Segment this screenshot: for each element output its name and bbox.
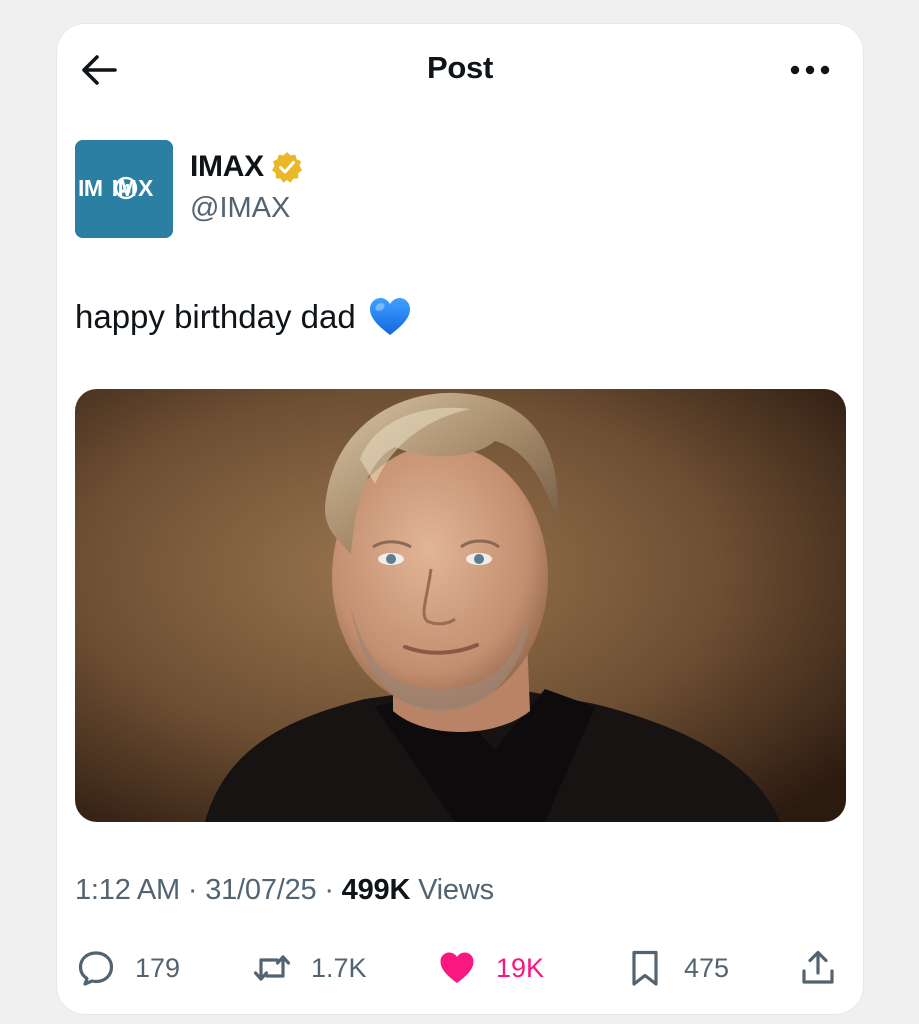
heart-icon (440, 952, 474, 983)
author-name-row[interactable]: IMAX (190, 150, 304, 184)
bookmark-count: 475 (684, 952, 730, 983)
bookmark-icon (632, 950, 658, 986)
post-image[interactable] (75, 389, 846, 822)
repost-button[interactable]: 1.7K (253, 944, 367, 992)
like-button[interactable]: 19K (438, 944, 544, 992)
svg-text:IM: IM (78, 175, 103, 201)
more-options-button[interactable] (787, 56, 833, 84)
blue-heart-emoji-icon (369, 298, 410, 335)
page-title: Post (427, 50, 493, 85)
post-meta: 1:12 AM · 31/07/25 · 499K Views (75, 874, 494, 907)
avatar[interactable]: IM IM 4 X (75, 140, 173, 238)
svg-text:X: X (138, 175, 154, 201)
action-bar: 179 1.7K 19K 475 (75, 944, 851, 992)
share-button[interactable] (799, 944, 837, 992)
post-text-content: happy birthday dad (75, 298, 356, 335)
repost-icon (253, 955, 291, 981)
portrait-photo (75, 389, 846, 822)
author-handle[interactable]: @IMAX (190, 192, 290, 225)
meta-separator: · (324, 874, 334, 906)
bookmark-button[interactable]: 475 (626, 944, 729, 992)
share-icon (802, 950, 834, 984)
reply-icon (78, 951, 114, 986)
post-text: happy birthday dad (75, 296, 412, 338)
views-label: Views (418, 874, 494, 906)
author-name: IMAX (190, 150, 264, 183)
verified-badge-icon (271, 152, 302, 183)
post-card: Post IM IM 4 X IMAX @IMAX happy birthday… (57, 24, 863, 1014)
post-time: 1:12 AM (75, 874, 180, 906)
reply-count: 179 (135, 952, 181, 983)
svg-text:4: 4 (122, 182, 131, 199)
like-count: 19K (496, 952, 545, 983)
repost-count: 1.7K (311, 952, 367, 983)
meta-separator: · (187, 874, 198, 906)
imax-logo: IM IM 4 X (75, 140, 173, 238)
reply-button[interactable]: 179 (77, 944, 180, 992)
post-date: 31/07/25 (205, 874, 317, 906)
views-count[interactable]: 499K (342, 874, 411, 906)
more-horizontal-icon (790, 65, 830, 75)
